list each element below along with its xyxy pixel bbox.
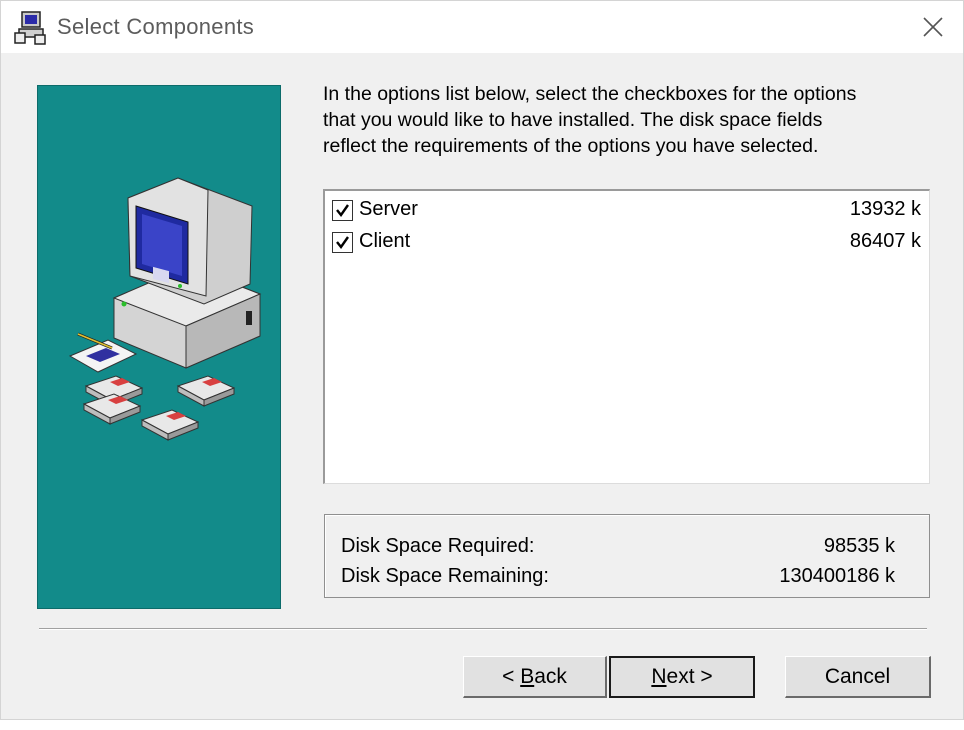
floppy-disk-3 [176, 375, 236, 407]
instructions-line: that you would like to have installed. T… [323, 109, 823, 131]
instructions-line: In the options list below, select the ch… [323, 83, 857, 105]
instructions-line: reflect the requirements of the options … [323, 135, 819, 157]
setup-computer-icon [13, 11, 49, 45]
component-item-client[interactable]: Client 86407 k [331, 227, 921, 257]
disk-space-panel: Disk Space Required: 98535 k Disk Space … [324, 514, 930, 598]
component-label: Server [359, 198, 418, 220]
title-bar: Select Components [1, 1, 963, 53]
close-icon[interactable] [913, 11, 953, 45]
disk-required-label: Disk Space Required: [341, 535, 535, 557]
checkmark-icon [336, 204, 349, 218]
cancel-button[interactable]: Cancel [785, 656, 931, 698]
back-button[interactable]: < Back [463, 656, 607, 698]
setup-dialog: Select Components In the options list be… [0, 0, 964, 720]
next-button-rest: ext > [666, 665, 713, 688]
server-checkbox[interactable] [332, 200, 353, 221]
components-list[interactable]: Server 13932 k Client 86407 k [323, 189, 930, 484]
separator [39, 628, 927, 630]
back-button-mnemonic: B [520, 664, 535, 688]
next-button-mnemonic: N [651, 665, 667, 688]
wizard-banner [37, 85, 281, 609]
floppy-disk-4 [140, 409, 200, 441]
component-size: 86407 k [849, 230, 921, 252]
window-title: Select Components [57, 14, 255, 39]
next-button[interactable]: Next > [609, 656, 755, 698]
disk-required-value: 98535 k [823, 535, 895, 557]
component-label: Client [359, 230, 411, 252]
disk-remaining-value: 130400186 k [779, 565, 895, 587]
component-size: 13932 k [849, 198, 921, 220]
component-item-server[interactable]: Server 13932 k [331, 195, 921, 225]
cancel-button-label: Cancel [824, 664, 891, 688]
back-button-rest: ack [534, 664, 567, 688]
back-button-prefix: < [502, 664, 521, 688]
disk-remaining-label: Disk Space Remaining: [341, 565, 549, 587]
client-checkbox[interactable] [332, 232, 353, 253]
checkmark-icon [336, 236, 349, 250]
instructions-text: In the options list below, select the ch… [323, 81, 933, 159]
